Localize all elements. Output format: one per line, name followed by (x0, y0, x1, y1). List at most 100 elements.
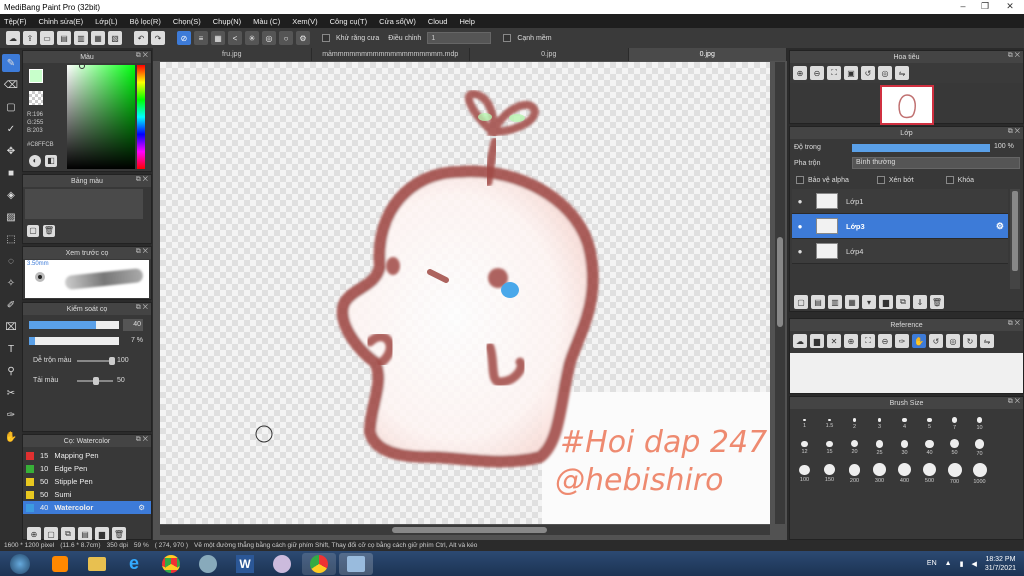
cloud-icon[interactable]: ☁ (6, 31, 20, 45)
import-icon[interactable]: ▧ (108, 31, 122, 45)
new-8bit-layer-icon[interactable]: ▥ (828, 295, 842, 309)
menu-select[interactable]: Chọn(S) (173, 17, 201, 26)
fit-icon[interactable]: ⛶ (827, 66, 841, 80)
new-1bit-layer-icon[interactable]: ▦ (845, 295, 859, 309)
brush-size-option[interactable]: 500 (917, 462, 942, 485)
brush-size-option[interactable]: 70 (967, 437, 992, 457)
new-layer-icon[interactable]: ▢ (794, 295, 808, 309)
paint-icon[interactable] (265, 553, 299, 575)
menu-file[interactable]: Tệp(F) (4, 17, 27, 26)
close-reference-icon[interactable]: ✕ (827, 334, 841, 348)
brush-size-option[interactable]: 2 (842, 413, 867, 431)
new-halftone-layer-icon[interactable]: ▤ (811, 295, 825, 309)
network-icon[interactable]: ▮ (960, 560, 964, 568)
brush-item[interactable]: 50 Sumi (23, 488, 151, 501)
panel-options-icon[interactable]: ⧉ ✕ (136, 436, 148, 444)
gear-icon[interactable]: ⚙ (996, 221, 1004, 232)
comment-icon[interactable]: ▭ (40, 31, 54, 45)
undo-icon[interactable]: ↶ (134, 31, 148, 45)
brush-size-slider[interactable] (29, 321, 119, 329)
brush-size-option[interactable]: 1 (792, 413, 817, 431)
layer-menu-icon[interactable]: ▾ (862, 295, 876, 309)
brush-size-option[interactable]: 7 (942, 413, 967, 431)
hue-slider[interactable] (137, 65, 145, 169)
brush-size-option[interactable]: 200 (842, 463, 867, 485)
ref-rotate-right-icon[interactable]: ↻ (963, 334, 977, 348)
select-eraser-icon[interactable]: ⌧ (2, 318, 20, 336)
layer-row[interactable]: ● Lớp1 (792, 189, 1008, 214)
menu-layer[interactable]: Lớp(L) (95, 17, 117, 26)
alpha-protect-checkbox[interactable] (796, 176, 804, 184)
settings-app-icon[interactable] (191, 553, 225, 575)
refill-slider[interactable] (77, 377, 113, 385)
brush-size-option[interactable]: 20 (842, 437, 867, 457)
perspective-snap-icon[interactable]: < (228, 31, 242, 45)
rotate-left-icon[interactable]: ↺ (861, 66, 875, 80)
panel-options-icon[interactable]: ⧉ ✕ (1008, 52, 1020, 60)
brush-size-option[interactable]: 300 (867, 463, 892, 485)
word-icon[interactable]: W (228, 553, 262, 575)
color-mode-icon[interactable]: ◧ (45, 155, 57, 167)
tab-document-active[interactable]: 0.jpg (628, 48, 787, 61)
export-icon[interactable]: ▦ (91, 31, 105, 45)
start-button[interactable] (0, 553, 40, 575)
select-pen-icon[interactable]: ✐ (2, 296, 20, 314)
ref-flip-icon[interactable]: ⇋ (980, 334, 994, 348)
panel-options-icon[interactable]: ⧉ ✕ (136, 304, 148, 312)
new-brush-icon[interactable]: ▢ (44, 527, 58, 541)
brush-size-option[interactable]: 3 (867, 413, 892, 431)
vertical-scrollbar[interactable] (775, 62, 785, 524)
menu-capture[interactable]: Chụp(N) (213, 17, 241, 26)
ref-zoom-in-icon[interactable]: ⊕ (844, 334, 858, 348)
clip-checkbox[interactable] (876, 176, 885, 184)
brush-opacity-slider[interactable] (29, 337, 119, 345)
bucket-tool-icon[interactable]: ◈ (2, 186, 20, 204)
tray-expand-icon[interactable]: ▲ (945, 560, 952, 567)
rotate-reset-icon[interactable]: ◎ (878, 66, 892, 80)
brush-size-option[interactable]: 10 (967, 413, 992, 431)
flip-icon[interactable]: ⇋ (895, 66, 909, 80)
gradient-tool-icon[interactable]: ▨ (2, 208, 20, 226)
ref-zoom-out-icon[interactable]: ⊖ (878, 334, 892, 348)
internet-explorer-icon[interactable]: e (117, 553, 151, 575)
saturation-value-picker[interactable] (67, 63, 135, 169)
hand-tool-icon[interactable]: ✋ (2, 428, 20, 446)
gear-icon[interactable]: ⚙ (138, 503, 145, 512)
language-indicator[interactable]: EN (927, 560, 937, 567)
copy-brush-icon[interactable]: ⧉ (61, 527, 75, 541)
brush-size-option[interactable]: 50 (942, 437, 967, 457)
ref-rotate-reset-icon[interactable]: ◎ (946, 334, 960, 348)
menu-view[interactable]: Xem(V) (292, 17, 317, 26)
operation-tool-icon[interactable]: ✂ (2, 384, 20, 402)
brush-size-option[interactable]: 4 (892, 413, 917, 431)
snap-off-icon[interactable]: ⊘ (177, 31, 191, 45)
eye-icon[interactable]: ● (792, 247, 808, 256)
brush-size-option[interactable]: 150 (817, 463, 842, 485)
shape-tool-icon[interactable]: ▢ (2, 98, 20, 116)
move-tool-icon[interactable]: ✥ (2, 142, 20, 160)
brush-item[interactable]: 50 Stipple Pen (23, 475, 151, 488)
reference-view[interactable] (790, 353, 1023, 393)
lasso-tool-icon[interactable]: ◌ (2, 252, 20, 270)
brush-size-option[interactable]: 15 (817, 437, 842, 457)
new-file-icon[interactable]: ▤ (57, 31, 71, 45)
new-palette-icon[interactable]: ▢ (27, 225, 39, 237)
layer-scrollbar[interactable] (1010, 189, 1020, 289)
select-check-icon[interactable]: ✓ (2, 120, 20, 138)
delete-palette-icon[interactable]: 🗑 (43, 225, 55, 237)
menu-tools[interactable]: Công cụ(T) (330, 17, 368, 26)
zoom-in-icon[interactable]: ⊕ (793, 66, 807, 80)
adjust-select[interactable]: 1 (427, 32, 492, 44)
horizontal-scrollbar[interactable] (160, 525, 770, 535)
layer-row[interactable]: ● Lớp4 (792, 239, 1008, 264)
eye-icon[interactable]: ● (792, 222, 808, 231)
brush-size-option[interactable]: 700 (942, 462, 967, 485)
zoom-out-icon[interactable]: ⊖ (810, 66, 824, 80)
tab-document[interactable]: 0.jpg (470, 48, 629, 61)
menu-window[interactable]: Cửa sổ(W) (379, 17, 416, 26)
eye-icon[interactable]: ● (792, 197, 808, 206)
ref-eyedropper-icon[interactable]: ✑ (895, 334, 909, 348)
blend-slider[interactable] (77, 357, 115, 365)
duplicate-layer-icon[interactable]: ⧉ (896, 295, 910, 309)
foreground-color-swatch[interactable] (29, 69, 43, 83)
